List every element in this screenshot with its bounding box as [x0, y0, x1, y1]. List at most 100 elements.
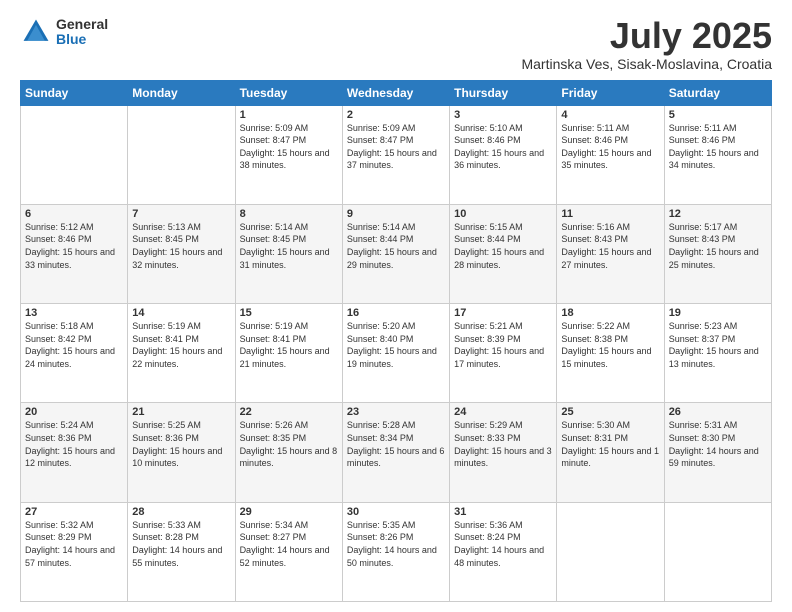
calendar-cell: 6Sunrise: 5:12 AM Sunset: 8:46 PM Daylig… — [21, 204, 128, 303]
calendar-cell: 27Sunrise: 5:32 AM Sunset: 8:29 PM Dayli… — [21, 502, 128, 601]
day-number: 25 — [561, 406, 659, 418]
day-number: 4 — [561, 109, 659, 121]
day-info: Sunrise: 5:26 AM Sunset: 8:35 PM Dayligh… — [240, 419, 338, 469]
title-block: July 2025 Martinska Ves, Sisak-Moslavina… — [521, 16, 772, 72]
day-number: 19 — [669, 307, 767, 319]
logo-general: General — [56, 17, 108, 32]
calendar-day-header: Saturday — [664, 80, 771, 105]
day-number: 16 — [347, 307, 445, 319]
calendar-week-row: 27Sunrise: 5:32 AM Sunset: 8:29 PM Dayli… — [21, 502, 772, 601]
day-number: 17 — [454, 307, 552, 319]
calendar-cell: 16Sunrise: 5:20 AM Sunset: 8:40 PM Dayli… — [342, 304, 449, 403]
subtitle: Martinska Ves, Sisak-Moslavina, Croatia — [521, 56, 772, 72]
day-info: Sunrise: 5:23 AM Sunset: 8:37 PM Dayligh… — [669, 320, 767, 370]
day-info: Sunrise: 5:19 AM Sunset: 8:41 PM Dayligh… — [240, 320, 338, 370]
day-info: Sunrise: 5:21 AM Sunset: 8:39 PM Dayligh… — [454, 320, 552, 370]
calendar-week-row: 20Sunrise: 5:24 AM Sunset: 8:36 PM Dayli… — [21, 403, 772, 502]
day-number: 7 — [132, 208, 230, 220]
day-info: Sunrise: 5:36 AM Sunset: 8:24 PM Dayligh… — [454, 519, 552, 569]
day-info: Sunrise: 5:28 AM Sunset: 8:34 PM Dayligh… — [347, 419, 445, 469]
day-info: Sunrise: 5:18 AM Sunset: 8:42 PM Dayligh… — [25, 320, 123, 370]
main-title: July 2025 — [521, 16, 772, 56]
calendar-cell: 9Sunrise: 5:14 AM Sunset: 8:44 PM Daylig… — [342, 204, 449, 303]
day-number: 10 — [454, 208, 552, 220]
logo-icon — [20, 16, 52, 48]
day-number: 13 — [25, 307, 123, 319]
day-info: Sunrise: 5:24 AM Sunset: 8:36 PM Dayligh… — [25, 419, 123, 469]
calendar-cell: 28Sunrise: 5:33 AM Sunset: 8:28 PM Dayli… — [128, 502, 235, 601]
calendar-cell: 17Sunrise: 5:21 AM Sunset: 8:39 PM Dayli… — [450, 304, 557, 403]
day-number: 28 — [132, 506, 230, 518]
day-number: 31 — [454, 506, 552, 518]
calendar-cell: 10Sunrise: 5:15 AM Sunset: 8:44 PM Dayli… — [450, 204, 557, 303]
day-number: 9 — [347, 208, 445, 220]
day-number: 22 — [240, 406, 338, 418]
day-info: Sunrise: 5:13 AM Sunset: 8:45 PM Dayligh… — [132, 221, 230, 271]
calendar-cell: 31Sunrise: 5:36 AM Sunset: 8:24 PM Dayli… — [450, 502, 557, 601]
header: General Blue July 2025 Martinska Ves, Si… — [20, 16, 772, 72]
calendar-day-header: Wednesday — [342, 80, 449, 105]
calendar-week-row: 6Sunrise: 5:12 AM Sunset: 8:46 PM Daylig… — [21, 204, 772, 303]
calendar-cell: 21Sunrise: 5:25 AM Sunset: 8:36 PM Dayli… — [128, 403, 235, 502]
calendar-cell: 22Sunrise: 5:26 AM Sunset: 8:35 PM Dayli… — [235, 403, 342, 502]
calendar-cell: 15Sunrise: 5:19 AM Sunset: 8:41 PM Dayli… — [235, 304, 342, 403]
calendar-cell: 24Sunrise: 5:29 AM Sunset: 8:33 PM Dayli… — [450, 403, 557, 502]
day-number: 18 — [561, 307, 659, 319]
day-info: Sunrise: 5:34 AM Sunset: 8:27 PM Dayligh… — [240, 519, 338, 569]
day-number: 12 — [669, 208, 767, 220]
calendar-cell: 30Sunrise: 5:35 AM Sunset: 8:26 PM Dayli… — [342, 502, 449, 601]
day-number: 5 — [669, 109, 767, 121]
day-info: Sunrise: 5:12 AM Sunset: 8:46 PM Dayligh… — [25, 221, 123, 271]
day-info: Sunrise: 5:19 AM Sunset: 8:41 PM Dayligh… — [132, 320, 230, 370]
day-number: 14 — [132, 307, 230, 319]
day-number: 21 — [132, 406, 230, 418]
calendar-header-row: SundayMondayTuesdayWednesdayThursdayFrid… — [21, 80, 772, 105]
calendar-cell: 1Sunrise: 5:09 AM Sunset: 8:47 PM Daylig… — [235, 105, 342, 204]
logo-blue: Blue — [56, 32, 108, 47]
day-info: Sunrise: 5:22 AM Sunset: 8:38 PM Dayligh… — [561, 320, 659, 370]
logo-text: General Blue — [56, 17, 108, 48]
day-number: 11 — [561, 208, 659, 220]
day-info: Sunrise: 5:31 AM Sunset: 8:30 PM Dayligh… — [669, 419, 767, 469]
calendar-cell: 20Sunrise: 5:24 AM Sunset: 8:36 PM Dayli… — [21, 403, 128, 502]
day-info: Sunrise: 5:10 AM Sunset: 8:46 PM Dayligh… — [454, 122, 552, 172]
day-info: Sunrise: 5:14 AM Sunset: 8:44 PM Dayligh… — [347, 221, 445, 271]
day-info: Sunrise: 5:11 AM Sunset: 8:46 PM Dayligh… — [669, 122, 767, 172]
calendar-cell: 25Sunrise: 5:30 AM Sunset: 8:31 PM Dayli… — [557, 403, 664, 502]
calendar-cell: 12Sunrise: 5:17 AM Sunset: 8:43 PM Dayli… — [664, 204, 771, 303]
day-info: Sunrise: 5:11 AM Sunset: 8:46 PM Dayligh… — [561, 122, 659, 172]
calendar-cell: 8Sunrise: 5:14 AM Sunset: 8:45 PM Daylig… — [235, 204, 342, 303]
day-number: 29 — [240, 506, 338, 518]
calendar-cell: 14Sunrise: 5:19 AM Sunset: 8:41 PM Dayli… — [128, 304, 235, 403]
calendar-day-header: Friday — [557, 80, 664, 105]
day-number: 27 — [25, 506, 123, 518]
day-number: 24 — [454, 406, 552, 418]
day-info: Sunrise: 5:14 AM Sunset: 8:45 PM Dayligh… — [240, 221, 338, 271]
page: General Blue July 2025 Martinska Ves, Si… — [0, 0, 792, 612]
day-info: Sunrise: 5:33 AM Sunset: 8:28 PM Dayligh… — [132, 519, 230, 569]
calendar-cell: 7Sunrise: 5:13 AM Sunset: 8:45 PM Daylig… — [128, 204, 235, 303]
calendar-cell: 13Sunrise: 5:18 AM Sunset: 8:42 PM Dayli… — [21, 304, 128, 403]
day-info: Sunrise: 5:35 AM Sunset: 8:26 PM Dayligh… — [347, 519, 445, 569]
calendar-cell: 5Sunrise: 5:11 AM Sunset: 8:46 PM Daylig… — [664, 105, 771, 204]
day-info: Sunrise: 5:15 AM Sunset: 8:44 PM Dayligh… — [454, 221, 552, 271]
day-number: 23 — [347, 406, 445, 418]
day-info: Sunrise: 5:29 AM Sunset: 8:33 PM Dayligh… — [454, 419, 552, 469]
calendar-cell: 23Sunrise: 5:28 AM Sunset: 8:34 PM Dayli… — [342, 403, 449, 502]
calendar-cell: 11Sunrise: 5:16 AM Sunset: 8:43 PM Dayli… — [557, 204, 664, 303]
day-number: 30 — [347, 506, 445, 518]
calendar-day-header: Tuesday — [235, 80, 342, 105]
calendar-week-row: 13Sunrise: 5:18 AM Sunset: 8:42 PM Dayli… — [21, 304, 772, 403]
calendar-week-row: 1Sunrise: 5:09 AM Sunset: 8:47 PM Daylig… — [21, 105, 772, 204]
calendar-cell: 26Sunrise: 5:31 AM Sunset: 8:30 PM Dayli… — [664, 403, 771, 502]
day-number: 15 — [240, 307, 338, 319]
day-info: Sunrise: 5:30 AM Sunset: 8:31 PM Dayligh… — [561, 419, 659, 469]
calendar-day-header: Monday — [128, 80, 235, 105]
day-info: Sunrise: 5:17 AM Sunset: 8:43 PM Dayligh… — [669, 221, 767, 271]
calendar-cell: 4Sunrise: 5:11 AM Sunset: 8:46 PM Daylig… — [557, 105, 664, 204]
calendar-cell: 3Sunrise: 5:10 AM Sunset: 8:46 PM Daylig… — [450, 105, 557, 204]
day-info: Sunrise: 5:20 AM Sunset: 8:40 PM Dayligh… — [347, 320, 445, 370]
calendar-cell — [21, 105, 128, 204]
day-info: Sunrise: 5:32 AM Sunset: 8:29 PM Dayligh… — [25, 519, 123, 569]
calendar-cell: 19Sunrise: 5:23 AM Sunset: 8:37 PM Dayli… — [664, 304, 771, 403]
